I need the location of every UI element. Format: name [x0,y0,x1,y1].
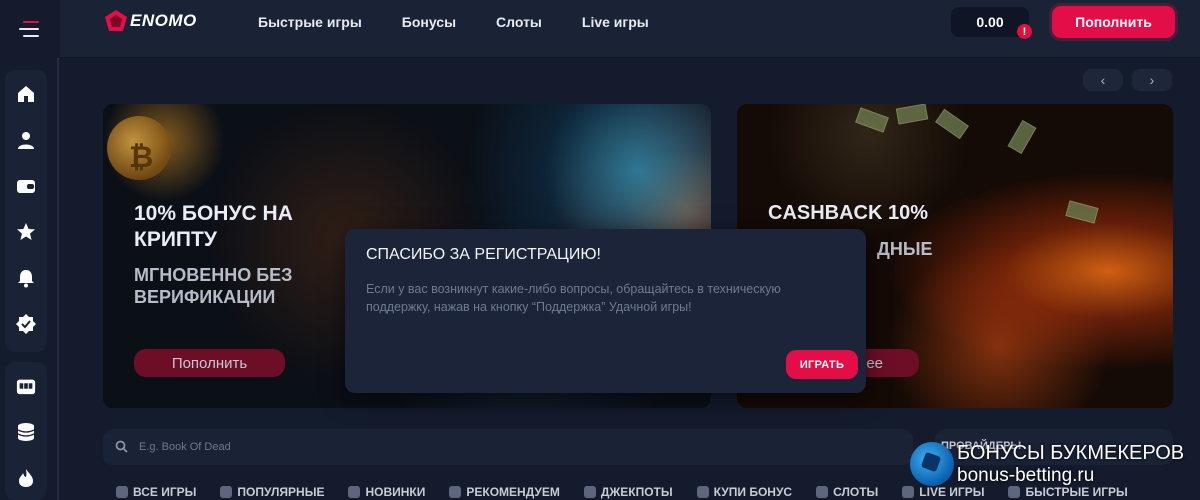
user-icon[interactable] [16,128,36,152]
tab-slots[interactable]: СЛОТЫ [816,485,878,499]
tab-all-games[interactable]: ВСЕ ИГРЫ [116,485,196,499]
banner-subtitle-line2: ВЕРИФИКАЦИИ [134,287,276,307]
search-input[interactable] [139,429,899,465]
tab-label: РЕКОМЕНДУЕМ [466,485,560,499]
search-icon [115,440,128,453]
brand-logo[interactable]: ENOMO [104,9,197,33]
banner-subtitle-line1: МГНОВЕННО БЕЗ [134,265,293,285]
nav-bonuses[interactable]: Бонусы [402,14,456,30]
bell-icon[interactable] [16,266,36,290]
top-header: ENOMO Быстрые игры Бонусы Слоты Live игр… [0,0,1200,58]
tab-label: ПОПУЛЯРНЫЕ [237,485,325,499]
tab-label: ВСЕ ИГРЫ [133,485,197,499]
slot-machine-icon[interactable] [16,374,36,398]
money-bill-decoration [855,107,889,133]
watermark-title: БОНУСЫ БУКМЕКЕРОВ [957,442,1185,464]
tab-label: НОВИНКИ [365,485,426,499]
bitcoin-coin-icon: ₿ [107,116,171,180]
banner-subtitle: ДНЫЕ [877,239,933,259]
nav-fast-games[interactable]: Быстрые игры [258,14,362,30]
main-nav: Быстрые игры Бонусы Слоты Live игры [258,14,649,30]
carousel-prev-button[interactable]: ‹ [1083,69,1123,91]
brand-name: ENOMO [130,11,197,30]
money-bill-decoration [1065,200,1099,224]
money-bill-decoration [895,104,929,125]
watermark: БОНУСЫ БУКМЕКЕРОВ bonus-betting.ru [908,440,1200,500]
slot-machine-icon [816,486,829,498]
carousel-next-button[interactable]: › [1132,69,1172,91]
grid-icon [116,486,128,498]
sidebar-group-games [5,362,47,500]
menu-icon [19,21,39,37]
modal-message: Если у вас возникнут какие-либо вопросы,… [366,282,781,314]
money-bill-decoration [1007,120,1037,154]
tab-popular[interactable]: ПОПУЛЯРНЫЕ [220,485,324,499]
banner-title: 10% БОНУС НА КРИПТУ [134,201,293,253]
play-button[interactable]: ИГРАТЬ [786,350,858,379]
fire-icon [583,486,596,498]
nav-live-games[interactable]: Live игры [582,14,649,30]
tab-label: ДЖЕКПОТЫ [600,485,673,499]
watermark-url: bonus-betting.ru [957,465,1095,486]
registration-success-modal: СПАСИБО ЗА РЕГИСТРАЦИЮ! Если у вас возни… [345,229,866,393]
banner-subtitle: МГНОВЕННО БЕЗ ВЕРИФИКАЦИИ [134,264,292,308]
sidebar-divider [57,58,59,500]
alert-badge: ! [1017,24,1032,39]
tab-jackpots[interactable]: ДЖЕКПОТЫ [583,485,673,499]
verified-badge-icon [449,486,462,498]
tab-recommended[interactable]: РЕКОМЕНДУЕМ [449,485,560,499]
menu-toggle-button[interactable] [0,0,60,58]
banner-title: CASHBACK 10% [768,202,929,224]
modal-title: СПАСИБО ЗА РЕГИСТРАЦИЮ! [366,246,601,263]
coin-stack-icon [696,486,709,498]
wallet-icon[interactable] [16,174,36,198]
star-icon[interactable] [16,220,36,244]
nav-slots[interactable]: Слоты [496,14,542,30]
coin-stack-icon[interactable] [16,420,36,444]
banner-title-line1: 10% БОНУС НА [134,202,293,225]
sidebar-group-main [5,70,47,352]
soccer-ball-logo [910,442,954,486]
money-bill-decoration [935,108,969,140]
home-icon[interactable] [16,82,36,106]
bell-icon [348,486,361,498]
verified-badge-icon[interactable] [16,312,36,336]
banner-title-line2: КРИПТУ [134,228,217,251]
tab-new[interactable]: НОВИНКИ [348,485,425,499]
tab-buy-bonus[interactable]: КУПИ БОНУС [696,485,793,499]
banner-deposit-button[interactable]: Пополнить [134,349,285,377]
tab-label: СЛОТЫ [833,485,879,499]
fire-icon[interactable] [16,466,36,490]
star-icon [220,486,233,498]
logo-mark-icon [105,10,127,31]
game-search-bar [103,429,913,465]
deposit-button[interactable]: Пополнить [1052,6,1175,38]
tab-label: КУПИ БОНУС [713,485,793,499]
